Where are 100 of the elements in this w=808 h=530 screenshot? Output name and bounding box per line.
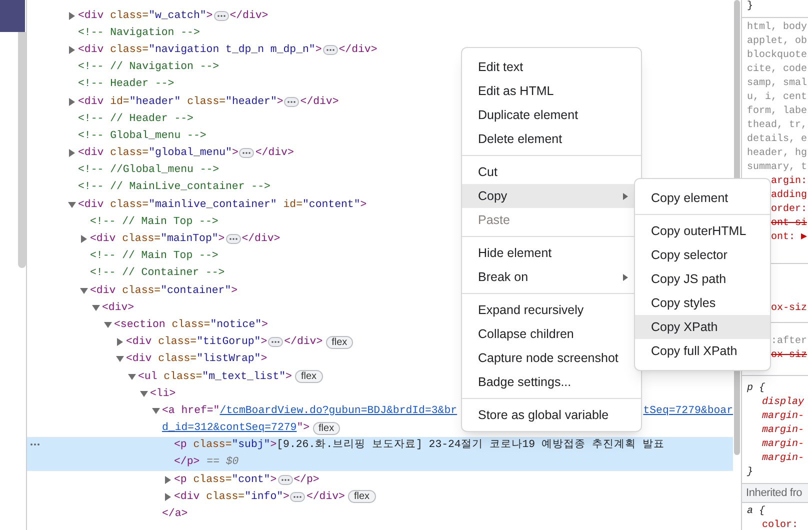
html-tag: <ul class="m_text_list"> <box>138 368 292 385</box>
style-line: :after <box>770 335 808 349</box>
ellipsis-icon[interactable] <box>268 337 284 348</box>
style-line: html, body <box>746 21 808 35</box>
style-line: ont si <box>770 217 808 231</box>
style-line: margin- <box>761 438 806 452</box>
menu-item[interactable]: Badge settings... <box>462 370 641 394</box>
expand-arrow-icon[interactable] <box>68 149 76 158</box>
style-line: samp, smal <box>746 77 808 91</box>
html-tag: <a href=" <box>162 402 220 419</box>
scrollbar[interactable] <box>18 32 26 268</box>
style-line: form, labe <box>746 105 808 119</box>
collapse-arrow-icon[interactable] <box>68 200 76 209</box>
collapse-arrow-icon[interactable] <box>152 406 160 415</box>
link[interactable]: tSeq=7279&boar <box>643 402 733 419</box>
collapse-arrow-icon[interactable] <box>80 286 88 295</box>
closing-tag: </div> <box>230 8 268 24</box>
flex-badge[interactable]: flex <box>348 490 376 504</box>
menu-item[interactable]: Copy selector <box>635 243 770 267</box>
html-comment: <!-- // Container --> <box>90 266 225 282</box>
expand-arrow-icon[interactable] <box>68 98 76 106</box>
flex-badge[interactable]: flex <box>312 422 340 435</box>
html-tag: "> <box>296 420 310 436</box>
html-tag: <div class="navigation t_dp_n m_dp_n"> <box>78 42 322 58</box>
style-line: argin: <box>770 175 808 189</box>
closing-tag: </div> <box>300 94 339 110</box>
expand-arrow-icon[interactable] <box>68 12 76 20</box>
ellipsis-icon[interactable] <box>322 44 338 55</box>
expand-arrow-icon[interactable] <box>164 476 172 484</box>
style-line: ox-siz <box>770 349 808 363</box>
menu-item[interactable]: Copy outerHTML <box>635 219 770 243</box>
closing-tag: </a> <box>162 506 188 522</box>
style-line: header, hg <box>746 147 808 161</box>
menu-item[interactable]: Duplicate element <box>462 103 641 127</box>
closing-tag: </div> <box>242 231 280 248</box>
closing-tag: </div> <box>306 488 345 505</box>
html-tag: <p class="cont"> <box>174 472 277 488</box>
flex-badge[interactable]: flex <box>294 370 323 384</box>
html-tag: <div class="global_menu"> <box>78 145 238 162</box>
menu-item[interactable]: Edit text <box>462 55 641 79</box>
html-comment: <!-- // Main Top --> <box>90 249 218 264</box>
menu-item[interactable]: Copy styles <box>635 291 770 315</box>
style-line: ox-siz <box>770 302 808 316</box>
collapse-arrow-icon[interactable] <box>92 304 100 312</box>
html-comment: <!-- //Global_menu --> <box>78 163 220 178</box>
html-comment: <!-- // Main Top --> <box>90 214 218 230</box>
ellipsis-icon[interactable] <box>239 148 254 158</box>
node-text: [9.26.화.브리핑 보도자료] 23-24절기 코로나19 예방접종 추진계획 발표 <box>276 438 664 454</box>
style-line: p { <box>746 382 766 396</box>
menu-item[interactable]: Edit as HTML <box>462 79 641 103</box>
more-icon[interactable] <box>30 442 40 446</box>
link[interactable]: /tcmBoardView.do?gubun=BDJ&brdId=3&br <box>220 402 458 419</box>
html-comment: <!-- // MainLive_container --> <box>78 180 270 196</box>
expand-arrow-icon[interactable] <box>164 492 172 501</box>
expand-arrow-icon[interactable] <box>116 338 124 346</box>
style-line: margin- <box>761 424 806 438</box>
menu-item[interactable]: Store as global variable <box>462 403 641 427</box>
style-line: adding <box>770 189 808 203</box>
html-comment: <!-- // Navigation --> <box>78 60 220 76</box>
menu-item[interactable]: Delete element <box>462 127 641 151</box>
html-comment: <!-- // Header --> <box>78 112 194 127</box>
html-comment: <!-- Navigation --> <box>78 26 200 41</box>
collapse-arrow-icon[interactable] <box>116 355 124 364</box>
menu-item[interactable]: Copy full XPath <box>635 339 770 363</box>
ellipsis-icon[interactable] <box>214 10 229 21</box>
style-line: cite, code <box>746 63 808 77</box>
html-comment: <!-- Global_menu --> <box>78 128 206 144</box>
expand-arrow-icon[interactable] <box>80 235 88 244</box>
selected-node-row[interactable]: <p class="subj">[9.26.화.브리핑 보도자료] 23-24절기 코로나19 예방접종 추진계획 발표 <box>27 436 733 454</box>
style-line: margin- <box>761 452 806 466</box>
style-line: ont: ▶ <box>770 231 808 245</box>
link[interactable]: d_id=312&contSeq=7279 <box>162 420 297 436</box>
style-line: details, e <box>746 133 808 147</box>
style-line: blockquote <box>746 49 808 63</box>
menu-item[interactable]: Copy XPath <box>635 315 770 339</box>
expand-arrow-icon[interactable] <box>68 46 76 54</box>
ellipsis-icon[interactable] <box>278 474 293 485</box>
style-line: margin- <box>761 410 806 424</box>
html-tag: <div class="container"> <box>90 282 238 299</box>
collapse-arrow-icon[interactable] <box>128 372 136 381</box>
ellipsis-icon[interactable] <box>284 96 300 107</box>
style-line: order: <box>770 203 808 217</box>
collapse-arrow-icon[interactable] <box>104 320 112 329</box>
collapse-arrow-icon[interactable] <box>140 390 148 398</box>
flex-badge[interactable]: flex <box>326 336 354 349</box>
html-tag: <div id="header" class="header"> <box>78 94 284 110</box>
style-line: a { <box>746 505 766 519</box>
style-line: display <box>761 396 806 410</box>
closing-tag: </div> <box>338 42 378 58</box>
ellipsis-icon[interactable] <box>226 234 241 244</box>
style-line: } <box>746 466 754 480</box>
html-tag: <p class="subj"> <box>174 437 277 454</box>
section-header: Inherited fro <box>745 486 804 501</box>
style-line: applet, ob <box>746 35 808 49</box>
menu-item[interactable]: Cut <box>462 160 641 184</box>
html-tag: <div class="mainTop"> <box>90 231 225 248</box>
html-tag: <div> <box>102 300 134 316</box>
closing-tag: </div> <box>284 334 323 350</box>
html-tag: <div class="titGorup"> <box>126 334 268 350</box>
ellipsis-icon[interactable] <box>290 492 306 502</box>
